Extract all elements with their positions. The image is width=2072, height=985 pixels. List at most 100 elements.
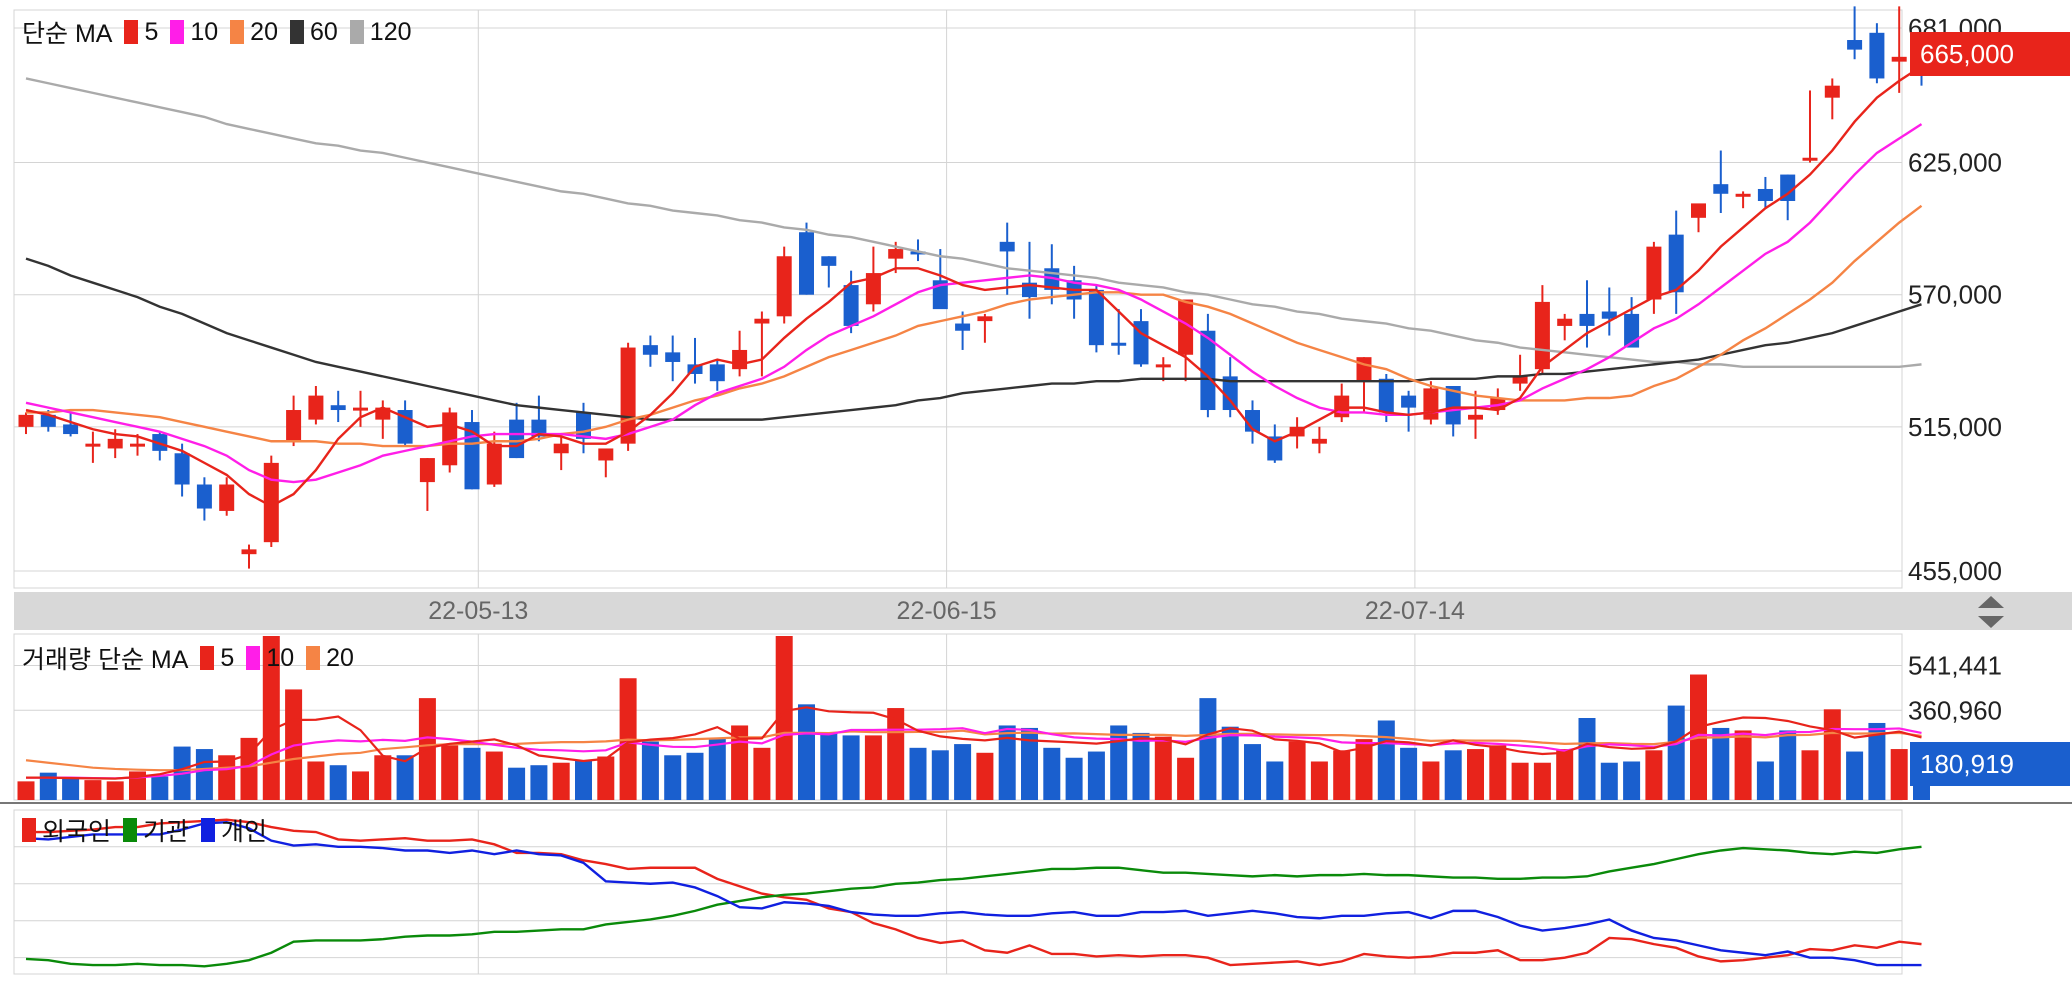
candle-body — [999, 241, 1015, 252]
volume-bar — [686, 752, 704, 800]
volume-bar — [1756, 761, 1774, 800]
candle-body — [642, 345, 658, 355]
price-ma-swatch-1 — [170, 20, 185, 44]
volume-ma-swatch-1 — [246, 646, 261, 670]
candle-body — [330, 405, 346, 411]
candle-body — [1847, 40, 1863, 50]
volume-bar — [842, 735, 860, 800]
price-ma-swatch-2 — [230, 20, 245, 44]
volume-legend-title: 거래량 단순 MA — [22, 646, 189, 674]
stock-chart: 681,000 625,000 570,000 515,000 455,000 541,4… — [0, 0, 2072, 980]
price-legend-title: 단순 MA — [22, 20, 113, 48]
investor-swatch-2 — [201, 818, 216, 842]
volume-bar — [998, 725, 1016, 800]
volume-tick-label: 541,441 — [1908, 650, 2002, 680]
investor-line-1 — [25, 845, 1922, 968]
volume-bar — [195, 749, 213, 800]
volume-bar — [1556, 749, 1574, 800]
candle-body — [1423, 388, 1439, 420]
volume-bar — [1623, 761, 1641, 800]
investor-label-2: 개인 — [221, 818, 268, 846]
volume-bar — [931, 750, 949, 800]
volume-bar — [1110, 725, 1128, 800]
volume-bar — [664, 755, 682, 800]
volume-ma-swatch-2 — [306, 646, 321, 670]
panel-resize-arrows-icon[interactable] — [1968, 592, 2014, 632]
candle-body — [107, 438, 123, 449]
volume-bar — [1266, 761, 1284, 800]
volume-bar — [329, 765, 347, 800]
current-price-tag: 665,000 — [1910, 32, 2070, 76]
candle-body — [1869, 32, 1885, 79]
candle-body — [1668, 234, 1684, 293]
price-tick-label: 625,000 — [1908, 148, 2002, 178]
volume-bar — [17, 781, 35, 800]
candle-body — [1401, 395, 1417, 408]
volume-bar — [1333, 750, 1351, 800]
volume-bar — [1846, 751, 1864, 800]
volume-bar — [485, 751, 503, 800]
volume-bar — [1511, 762, 1529, 800]
candle-body — [219, 484, 235, 511]
volume-bar — [1444, 750, 1462, 800]
volume-bar — [62, 778, 80, 800]
price-ma-10-line — [25, 123, 1923, 484]
price-ma-label-0: 5 — [144, 17, 159, 46]
volume-bar — [1199, 698, 1217, 800]
volume-bar — [1377, 720, 1395, 800]
volume-ma-swatch-0 — [200, 646, 215, 670]
candle-body — [1891, 56, 1907, 62]
price-ma-label-4: 120 — [369, 17, 412, 46]
volume-bar — [708, 737, 726, 800]
price-tick-label: 515,000 — [1908, 412, 2002, 442]
candle-body — [1757, 188, 1773, 201]
volume-bar — [307, 761, 325, 800]
volume-bar — [1600, 762, 1618, 800]
volume-bar — [1489, 745, 1507, 800]
price-ma-swatch-4 — [349, 20, 364, 44]
candle-body — [1713, 184, 1729, 194]
volume-bar — [84, 780, 102, 800]
candle-body — [1155, 364, 1171, 368]
price-panel-frame — [13, 9, 1903, 589]
investor-swatch-1 — [123, 818, 138, 842]
candle-body — [620, 347, 636, 444]
volume-bar — [463, 747, 481, 800]
volume-bar — [374, 755, 392, 800]
candle-body — [821, 256, 837, 266]
volume-bar — [1310, 761, 1328, 800]
volume-bar — [530, 765, 548, 800]
price-ma-swatch-3 — [289, 20, 304, 44]
candle-body — [709, 364, 725, 382]
volume-bar — [1288, 741, 1306, 800]
chart-canvas: 681,000625,000570,000515,000455,000541,4… — [0, 6, 2072, 975]
candle-body — [509, 419, 525, 459]
candle-body — [553, 443, 569, 454]
volume-bar — [1400, 747, 1418, 800]
volume-bar — [575, 760, 592, 800]
investor-label-1: 기관 — [143, 818, 190, 846]
investor-label-0: 외국인 — [42, 818, 112, 846]
volume-bar — [909, 747, 927, 800]
volume-bar — [1043, 747, 1061, 800]
candle-body — [1691, 203, 1706, 218]
volume-bar — [1533, 762, 1551, 800]
date-tick-label: 22-06-15 — [897, 597, 997, 625]
volume-bar — [1734, 730, 1752, 800]
candle-body — [799, 232, 814, 295]
volume-bar — [954, 744, 972, 800]
volume-bar — [552, 762, 570, 800]
candle-body — [241, 549, 257, 555]
volume-bar — [1890, 749, 1908, 800]
investor-line-2 — [25, 820, 1922, 967]
volume-bar — [441, 745, 459, 800]
price-ma-label-3: 60 — [309, 17, 338, 46]
candle-body — [1088, 289, 1104, 346]
candle-body — [1534, 301, 1550, 370]
price-ma-swatch-0 — [124, 20, 139, 44]
volume-ma-label-1: 10 — [266, 643, 295, 672]
candle-body — [754, 318, 770, 324]
volume-bar — [820, 732, 838, 800]
candle-body — [977, 316, 993, 322]
candle-body — [888, 249, 904, 259]
